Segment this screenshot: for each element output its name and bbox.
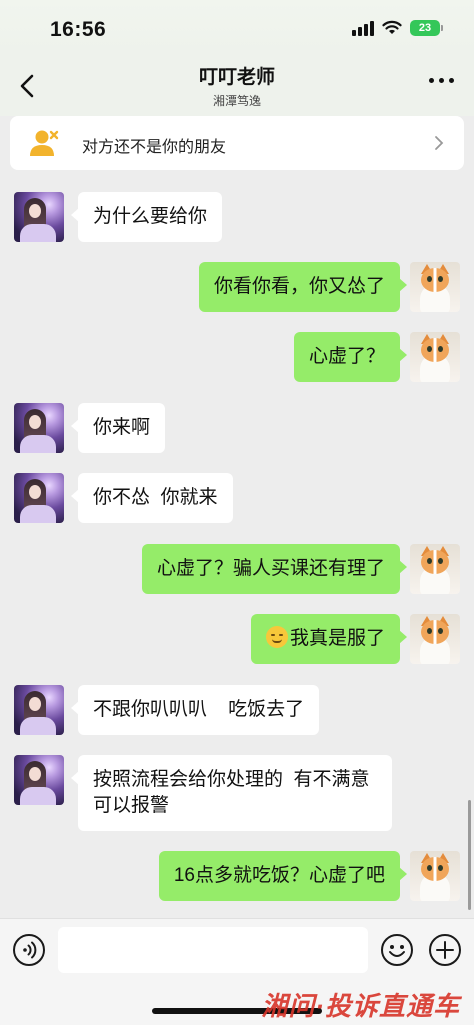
message-bubble[interactable]: 你来啊 <box>70 403 166 453</box>
contact-avatar[interactable] <box>14 403 64 453</box>
status-bar: 16:56 23 <box>0 0 474 56</box>
my-avatar[interactable] <box>410 332 460 382</box>
contact-avatar[interactable] <box>14 192 64 242</box>
message-bubble[interactable]: 为什么要给你 <box>70 192 223 242</box>
emoji-icon[interactable] <box>380 933 414 967</box>
contact-avatar[interactable] <box>14 755 64 805</box>
message-bubble[interactable]: 我真是服了 <box>250 614 408 664</box>
title-wrap: 叮叮老师 湘潭笃逸 <box>0 62 474 109</box>
wifi-icon <box>382 20 402 34</box>
plus-icon[interactable] <box>428 933 462 967</box>
message-input[interactable] <box>58 927 368 973</box>
message-bubble[interactable]: 你不怂 你就来 <box>71 473 233 523</box>
signal-icon <box>352 20 374 36</box>
chevron-right-icon <box>435 136 444 150</box>
chat-title: 叮叮老师 <box>198 67 275 88</box>
my-avatar[interactable] <box>410 262 460 312</box>
message-bubble[interactable]: 按照流程会给你处理的 有不满意 可以报警 <box>71 755 392 831</box>
more-options-icon[interactable] <box>429 78 454 83</box>
message-bubble[interactable]: 16点多就吃饭？心虚了吧 <box>158 851 408 901</box>
my-avatar[interactable] <box>410 851 460 901</box>
message-bubble[interactable]: 心虚了？ <box>293 332 408 382</box>
smile-emoji-icon <box>265 626 288 648</box>
message-bubble[interactable]: 心虚了？骗人买课还有理了 <box>141 544 408 594</box>
scrollbar[interactable] <box>468 800 471 910</box>
contact-avatar[interactable] <box>14 473 64 523</box>
my-avatar[interactable] <box>410 544 460 594</box>
my-avatar[interactable] <box>410 614 460 664</box>
not-friend-notice[interactable]: 对方还不是你的朋友 <box>10 116 464 170</box>
status-icons: 23 <box>352 20 443 36</box>
user-blocked-icon <box>30 130 59 156</box>
battery-icon: 23 <box>410 20 443 36</box>
chat-subtitle: 湘潭笃逸 <box>212 94 261 108</box>
message-bubble[interactable]: 不跟你叭叭叭 吃饭去了 <box>70 685 320 735</box>
message-bubble[interactable]: 你看你看，你又怂了 <box>198 262 408 312</box>
chat-header: 叮叮老师 湘潭笃逸 <box>0 56 474 116</box>
watermark: 湘问·投诉直通车 <box>261 991 460 1021</box>
contact-avatar[interactable] <box>14 685 64 735</box>
notice-text: 对方还不是你的朋友 <box>82 139 227 156</box>
message-text: 我真是服了 <box>289 628 385 649</box>
voice-icon[interactable] <box>12 933 46 967</box>
status-time: 16:56 <box>50 18 107 41</box>
